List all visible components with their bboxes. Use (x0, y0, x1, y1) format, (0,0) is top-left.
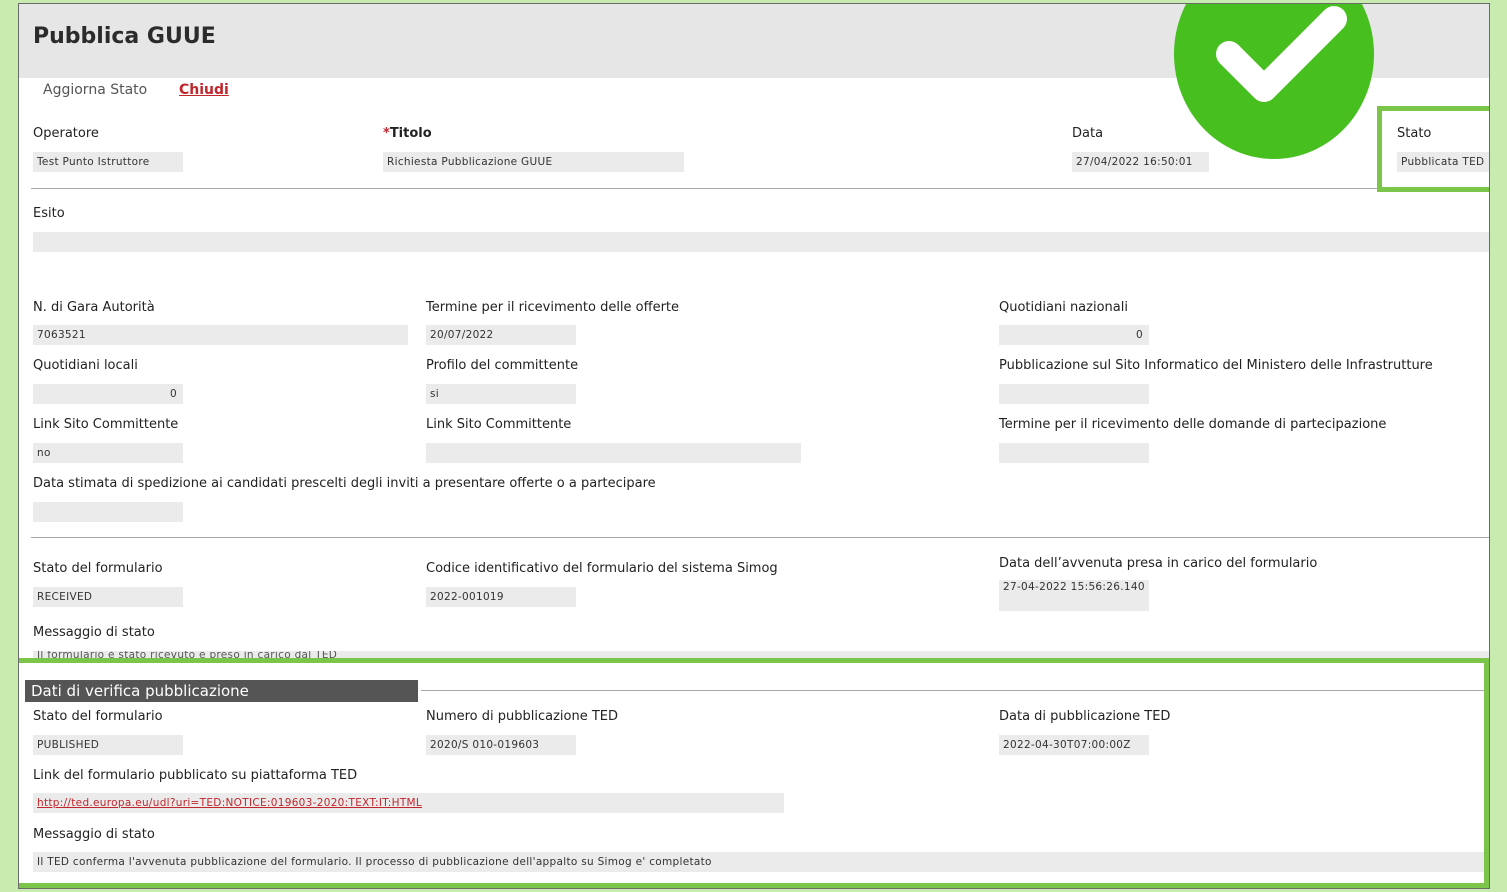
stato-formulario-field[interactable]: RECEIVED (33, 587, 183, 607)
link-sito-committente-2-field[interactable] (426, 443, 801, 463)
pubblicazione-mit-field[interactable] (999, 384, 1149, 404)
data-label: Data (1072, 126, 1104, 141)
pubblicazione-mit-label: Pubblicazione sul Sito Informatico del M… (999, 358, 1433, 373)
required-mark: * (383, 126, 390, 141)
link-sito-committente-field[interactable]: no (33, 443, 183, 463)
link-sito-committente-2-label: Link Sito Committente (426, 417, 572, 432)
n-gara-label: N. di Gara Autorità (33, 300, 155, 315)
numero-pubblicazione-field[interactable]: 2020/S 010-019603 (426, 735, 576, 755)
link-formulario-label: Link del formulario pubblicato su piatta… (33, 768, 358, 783)
profilo-committente-field[interactable]: si (426, 384, 576, 404)
section-title-verifica: Dati di verifica pubblicazione (25, 680, 418, 702)
divider (421, 690, 1489, 691)
messaggio-stato-field[interactable]: Il formulario è stato ricevuto e preso i… (33, 651, 1489, 663)
numero-pubblicazione-label: Numero di pubblicazione TED (426, 709, 619, 724)
termine-domande-field[interactable] (999, 443, 1149, 463)
esito-field[interactable] (33, 232, 1489, 252)
stato-formulario-verifica-label: Stato del formulario (33, 709, 163, 724)
titolo-label: *Titolo (383, 126, 432, 141)
chiudi-button[interactable]: Chiudi (179, 82, 229, 98)
quotidiani-nazionali-label: Quotidiani nazionali (999, 300, 1128, 315)
data-pubblicazione-label: Data di pubblicazione TED (999, 709, 1171, 724)
codice-simog-field[interactable]: 2022-001019 (426, 587, 576, 607)
messaggio-stato-verifica-field[interactable]: Il TED conferma l'avvenuta pubblicazione… (33, 852, 1489, 872)
form-window: Pubblica GUUE Aggiorna Stato Chiudi Oper… (18, 3, 1490, 889)
quotidiani-locali-field[interactable]: 0 (33, 384, 183, 404)
data-pubblicazione-field[interactable]: 2022-04-30T07:00:00Z (999, 735, 1149, 755)
termine-offerte-field[interactable]: 20/07/2022 (426, 325, 576, 345)
check-icon (1216, 6, 1347, 102)
stato-label: Stato (1397, 126, 1432, 141)
data-stimata-label: Data stimata di spedizione ai candidati … (33, 476, 656, 491)
page-title: Pubblica GUUE (33, 24, 216, 49)
n-gara-field[interactable]: 7063521 (33, 325, 408, 345)
messaggio-stato-verifica-label: Messaggio di stato (33, 827, 155, 842)
termine-offerte-label: Termine per il ricevimento delle offerte (426, 300, 680, 315)
termine-domande-label: Termine per il ricevimento delle domande… (999, 417, 1387, 432)
stato-formulario-label: Stato del formulario (33, 561, 163, 576)
data-presa-carico-label: Data dell’avvenuta presa in carico del f… (999, 556, 1318, 571)
profilo-committente-label: Profilo del committente (426, 358, 579, 373)
messaggio-stato-label: Messaggio di stato (33, 625, 155, 640)
esito-label: Esito (33, 206, 65, 221)
stato-field[interactable]: Pubblicata TED (1397, 152, 1489, 172)
codice-simog-label: Codice identificativo del formulario del… (426, 561, 778, 576)
titolo-label-text: Titolo (389, 126, 432, 141)
check-badge (1174, 4, 1374, 159)
divider (31, 188, 1489, 189)
link-formulario-field[interactable]: http://ted.europa.eu/udl?uri=TED:NOTICE:… (33, 793, 784, 813)
divider (31, 537, 1489, 538)
data-presa-carico-field[interactable]: 27-04-2022 15:56:26.140 (999, 580, 1149, 611)
highlight-box-stato (1377, 106, 1489, 192)
data-stimata-field[interactable] (33, 502, 183, 522)
link-sito-committente-label: Link Sito Committente (33, 417, 179, 432)
stato-formulario-verifica-field[interactable]: PUBLISHED (33, 735, 183, 755)
aggiorna-stato-button[interactable]: Aggiorna Stato (43, 82, 147, 98)
operatore-label: Operatore (33, 126, 99, 141)
quotidiani-nazionali-field[interactable]: 0 (999, 325, 1149, 345)
titolo-field[interactable]: Richiesta Pubblicazione GUUE (383, 152, 684, 172)
quotidiani-locali-label: Quotidiani locali (33, 358, 138, 373)
operatore-field[interactable]: Test Punto Istruttore (33, 152, 183, 172)
